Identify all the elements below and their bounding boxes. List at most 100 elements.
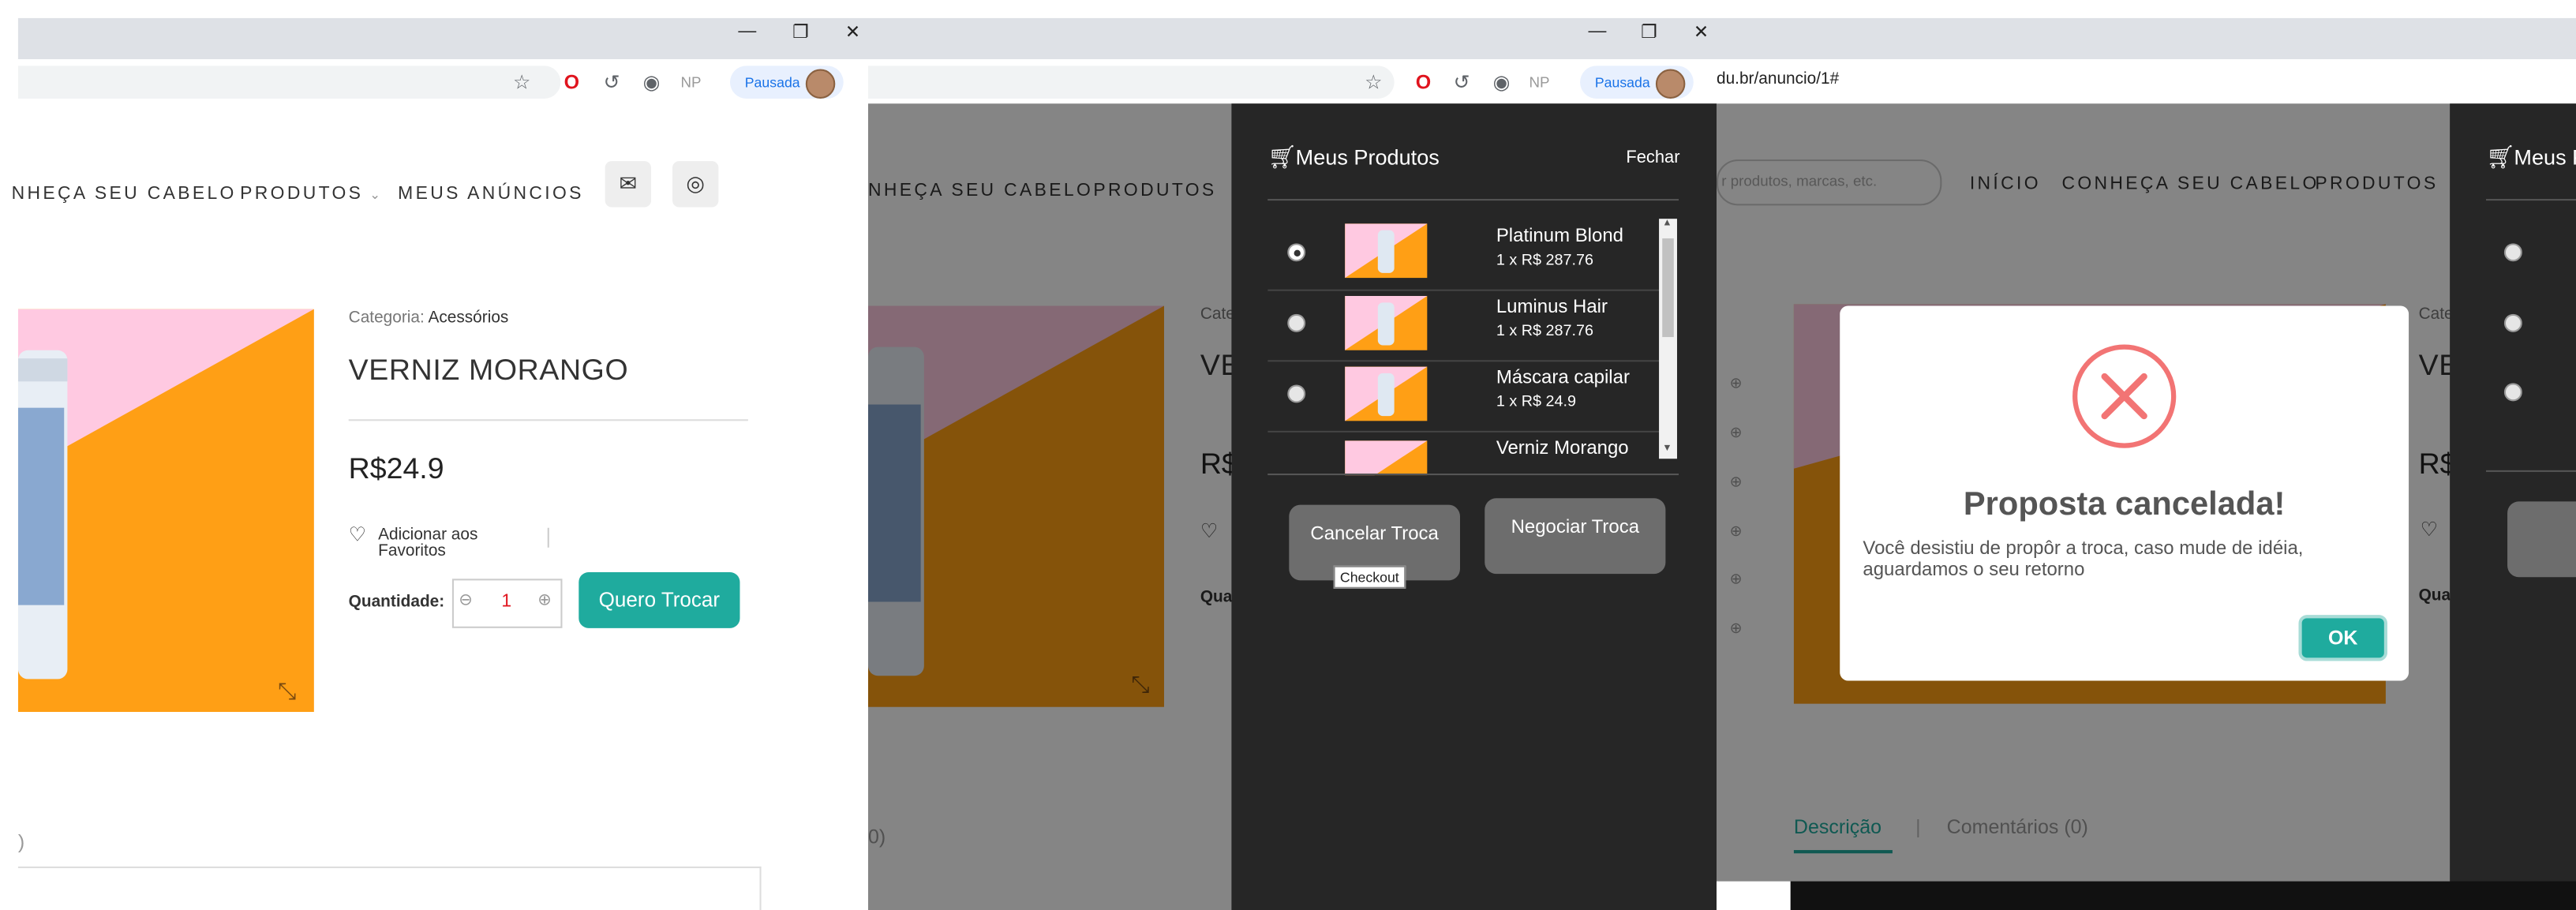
quero-trocar-button[interactable]: Quero Trocar [578, 571, 740, 628]
cart-icon: 🛒︎ [2485, 143, 2516, 170]
modal-text: Você desistiu de propôr a troca, caso mu… [1863, 539, 2304, 581]
negociar-troca-button[interactable]: Negociar Troca [1485, 498, 1666, 575]
plus-icon[interactable]: ⊕ [537, 592, 551, 610]
address-bar[interactable] [868, 66, 1395, 99]
product-thumb [1345, 295, 1428, 350]
meus-produtos-panel: 🛒︎ Meus Produtos Fechar Platinum Blond 1 … [1231, 103, 1717, 910]
radio-selected[interactable] [1287, 243, 1306, 262]
bookmark-star-icon[interactable]: ☆ [513, 71, 530, 94]
item-name: Platinum Blond [1496, 227, 1623, 247]
mail-button[interactable]: ✉ [605, 161, 651, 208]
close-panel-link[interactable]: Fechar [1626, 148, 1679, 167]
url-fragment: du.br/anuncio/1# [1717, 70, 1840, 89]
radio[interactable] [2503, 383, 2522, 402]
quantity-label: Quantidade: [348, 594, 445, 612]
pausada-label: Pausada [1594, 73, 1650, 91]
bookmark-star-icon[interactable]: ☆ [1365, 71, 1382, 94]
cancelar-troca-button[interactable] [2507, 501, 2576, 578]
divider [17, 866, 762, 868]
expand-icon[interactable]: ⤡ [278, 677, 296, 705]
divider [547, 527, 549, 548]
nav-produtos[interactable]: PRODUTOS ⌄ [240, 184, 383, 204]
nav-conheca-seu-cabelo[interactable]: NHEÇA SEU CABELO [12, 184, 237, 204]
scrollbar[interactable]: ▲ ▼ [1659, 219, 1677, 459]
close-window-icon[interactable]: ✕ [845, 21, 860, 43]
close-window-icon[interactable]: ✕ [1694, 21, 1709, 43]
item-name: Verniz Morango [1496, 439, 1629, 459]
divider [1267, 473, 1679, 476]
product-price: R$24.9 [348, 451, 444, 485]
scrollbar-thumb[interactable] [1662, 238, 1674, 338]
item-detail: 1 x R$ 287.76 [1496, 322, 1594, 341]
address-bar[interactable] [17, 66, 561, 99]
heart-icon[interactable]: ♡ [349, 522, 366, 545]
scroll-up-icon[interactable]: ▲ [1662, 219, 1672, 228]
divider [1267, 199, 1679, 201]
list-item[interactable]: Máscara capilar 1 x R$ 24.9 [1267, 360, 1660, 433]
product-image-art [17, 309, 314, 680]
list-item[interactable]: Platinum Blond 1 x R$ 287.76 [1267, 219, 1660, 291]
product-list: Platinum Blond 1 x R$ 287.76 Luminus Hair… [1267, 219, 1679, 476]
restore-icon[interactable]: ❐ [792, 21, 809, 43]
divider [2485, 199, 2576, 201]
pausada-label: Pausada [744, 73, 800, 91]
category-label: Categoria: [348, 309, 425, 328]
np-extension-icon[interactable]: NP [1529, 74, 1549, 91]
divider [348, 419, 748, 421]
product-thumb [1345, 366, 1428, 421]
frame-product-page: — ❐ ✕ ☆ O ↺ ◉ NP Pausada NHEÇA SEU CABEL… [0, 0, 868, 910]
list-item[interactable]: Verniz Morango [1267, 431, 1659, 476]
restore-icon[interactable]: ❐ [1641, 21, 1657, 43]
history-extension-icon[interactable]: ↺ [604, 71, 620, 94]
browser-titlebar [1717, 17, 2576, 59]
clock-extension-icon[interactable]: ◉ [643, 71, 661, 94]
chevron-down-icon: ⌄ [363, 187, 384, 203]
mail-icon: ✉ [619, 170, 638, 196]
tab-remnant: ) [17, 830, 25, 854]
product-image[interactable]: ⤡ [17, 309, 314, 713]
add-favorites-link[interactable]: Adicionar aos Favoritos [378, 527, 510, 561]
meus-produtos-panel: 🛒︎ Meus Produtos [2450, 103, 2576, 910]
opera-extension-icon[interactable]: O [564, 71, 579, 94]
nav-meus-anuncios[interactable]: MEUS ANÚNCIOS [398, 184, 584, 204]
user-icon: ◎ [686, 170, 706, 196]
footer-strip [1790, 881, 2576, 910]
quantity-value[interactable]: 1 [501, 592, 511, 612]
minus-icon[interactable]: ⊖ [459, 592, 472, 610]
modal-title: Proposta cancelada! [1963, 486, 2286, 523]
minimize-icon[interactable]: — [738, 21, 756, 41]
radio[interactable] [2503, 313, 2522, 332]
opera-extension-icon[interactable]: O [1416, 71, 1431, 94]
item-name: Luminus Hair [1496, 298, 1608, 318]
quantity-stepper: ⊖ 1 ⊕ [451, 579, 563, 628]
product-title: VERNIZ MORANGO [348, 353, 629, 387]
frame-cancel-modal: du.br/anuncio/1# r produtos, marcas, etc… [1717, 0, 2576, 910]
ok-button[interactable]: OK [2301, 618, 2384, 658]
radio[interactable] [1287, 384, 1306, 403]
scroll-down-icon[interactable]: ▼ [1662, 444, 1672, 453]
np-extension-icon[interactable]: NP [680, 74, 701, 91]
avatar[interactable] [805, 69, 836, 99]
history-extension-icon[interactable]: ↺ [1454, 71, 1470, 94]
item-detail: 1 x R$ 287.76 [1496, 251, 1594, 270]
divider [2485, 470, 2576, 472]
page-background [1717, 881, 1791, 910]
clock-extension-icon[interactable]: ◉ [1493, 71, 1511, 94]
item-name: Máscara capilar [1496, 368, 1630, 388]
item-detail: 1 x R$ 24.9 [1496, 392, 1577, 411]
divider [759, 866, 762, 910]
list-item[interactable]: Luminus Hair 1 x R$ 287.76 [1267, 290, 1660, 362]
checkout-tooltip: Checkout [1333, 565, 1406, 589]
radio[interactable] [1287, 313, 1306, 332]
minimize-icon[interactable]: — [1588, 21, 1606, 41]
panel-title: Meus Produtos [1295, 144, 1440, 170]
radio[interactable] [2503, 243, 2522, 262]
browser-toolbar [1717, 58, 2576, 104]
category-value[interactable]: Acessórios [428, 309, 508, 328]
url-text[interactable]: du.br/anuncio/1# [1717, 71, 1839, 89]
product-thumb [1345, 440, 1428, 476]
nav-produtos-label: PRODUTOS [240, 184, 364, 204]
alert-modal: Proposta cancelada! Você desistiu de pro… [1840, 305, 2409, 681]
account-button[interactable]: ◎ [672, 161, 719, 208]
avatar[interactable] [1655, 69, 1686, 99]
